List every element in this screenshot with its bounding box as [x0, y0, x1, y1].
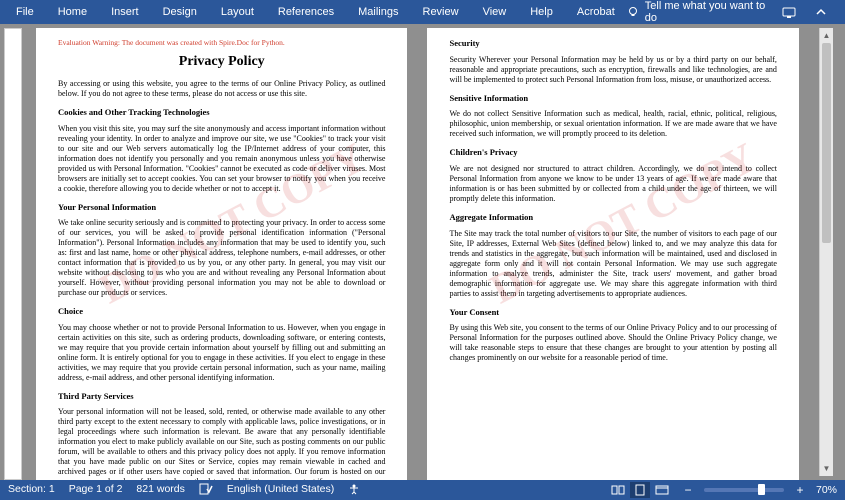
status-bar: Section: 1 Page 1 of 2 821 words English… — [0, 480, 845, 500]
cookies-paragraph: When you visit this site, you may surf t… — [58, 124, 385, 194]
view-buttons — [608, 482, 672, 498]
share-icon[interactable] — [777, 2, 801, 22]
status-words[interactable]: 821 words — [136, 483, 184, 498]
aggregate-heading: Aggregate Information — [449, 212, 776, 223]
aggregate-paragraph: The Site may track the total number of v… — [449, 229, 776, 299]
tab-file[interactable]: File — [4, 0, 46, 24]
read-mode-icon[interactable] — [608, 482, 628, 498]
document-area: DO NOT COPY Evaluation Warning: The docu… — [0, 24, 845, 480]
zoom-in-button[interactable]: + — [794, 483, 806, 497]
vertical-scrollbar[interactable]: ▲ ▼ — [819, 28, 833, 476]
security-paragraph: Security Wherever your Personal Informat… — [449, 55, 776, 85]
security-heading: Security — [449, 38, 776, 49]
choice-paragraph: You may choose whether or not to provide… — [58, 323, 385, 383]
tab-view[interactable]: View — [471, 0, 519, 24]
choice-heading: Choice — [58, 306, 385, 317]
children-heading: Children's Privacy — [449, 147, 776, 158]
vertical-ruler[interactable] — [4, 28, 22, 480]
status-accessibility-icon[interactable] — [348, 483, 360, 498]
tab-references[interactable]: References — [266, 0, 346, 24]
zoom-slider[interactable] — [704, 488, 784, 492]
page-1[interactable]: DO NOT COPY Evaluation Warning: The docu… — [36, 28, 407, 480]
tell-me-search[interactable]: Tell me what you want to do — [627, 0, 777, 24]
status-section[interactable]: Section: 1 — [8, 483, 55, 498]
tab-help[interactable]: Help — [518, 0, 565, 24]
ribbon: File Home Insert Design Layout Reference… — [0, 0, 845, 24]
zoom-level[interactable]: 70% — [816, 484, 837, 496]
document-title: Privacy Policy — [58, 53, 385, 71]
status-language[interactable]: English (United States) — [227, 483, 334, 498]
tab-acrobat[interactable]: Acrobat — [565, 0, 627, 24]
children-paragraph: We are not designed nor structured to at… — [449, 164, 776, 204]
consent-paragraph: By using this Web site, you consent to t… — [449, 323, 776, 363]
zoom-slider-thumb[interactable] — [758, 484, 765, 495]
sensitive-heading: Sensitive Information — [449, 93, 776, 104]
scroll-down-button[interactable]: ▼ — [820, 461, 833, 476]
cookies-heading: Cookies and Other Tracking Technologies — [58, 107, 385, 118]
personal-heading: Your Personal Information — [58, 202, 385, 213]
tab-layout[interactable]: Layout — [209, 0, 266, 24]
intro-paragraph: By accessing or using this website, you … — [58, 79, 385, 99]
status-page[interactable]: Page 1 of 2 — [69, 483, 123, 498]
web-layout-icon[interactable] — [652, 482, 672, 498]
tab-design[interactable]: Design — [151, 0, 209, 24]
tab-mailings[interactable]: Mailings — [346, 0, 410, 24]
personal-paragraph: We take online security seriously and is… — [58, 218, 385, 298]
tab-insert[interactable]: Insert — [99, 0, 151, 24]
scrollbar-thumb[interactable] — [822, 43, 831, 243]
scroll-up-button[interactable]: ▲ — [820, 28, 833, 43]
page-2[interactable]: DO NOT COPY Security Security Wherever y… — [427, 28, 798, 480]
status-spellcheck-icon[interactable] — [199, 483, 213, 498]
evaluation-warning: Evaluation Warning: The document was cre… — [58, 38, 385, 47]
tab-home[interactable]: Home — [46, 0, 99, 24]
zoom-out-button[interactable]: − — [682, 483, 694, 497]
tab-review[interactable]: Review — [411, 0, 471, 24]
tell-me-label: Tell me what you want to do — [645, 0, 777, 24]
consent-heading: Your Consent — [449, 307, 776, 318]
third-party-paragraph: Your personal information will not be le… — [58, 407, 385, 480]
sensitive-paragraph: We do not collect Sensitive Information … — [449, 109, 776, 139]
collapse-ribbon-icon[interactable] — [809, 2, 833, 22]
lightbulb-icon — [627, 6, 639, 18]
third-party-heading: Third Party Services — [58, 391, 385, 402]
scrollbar-track[interactable] — [820, 43, 833, 461]
print-layout-icon[interactable] — [630, 482, 650, 498]
